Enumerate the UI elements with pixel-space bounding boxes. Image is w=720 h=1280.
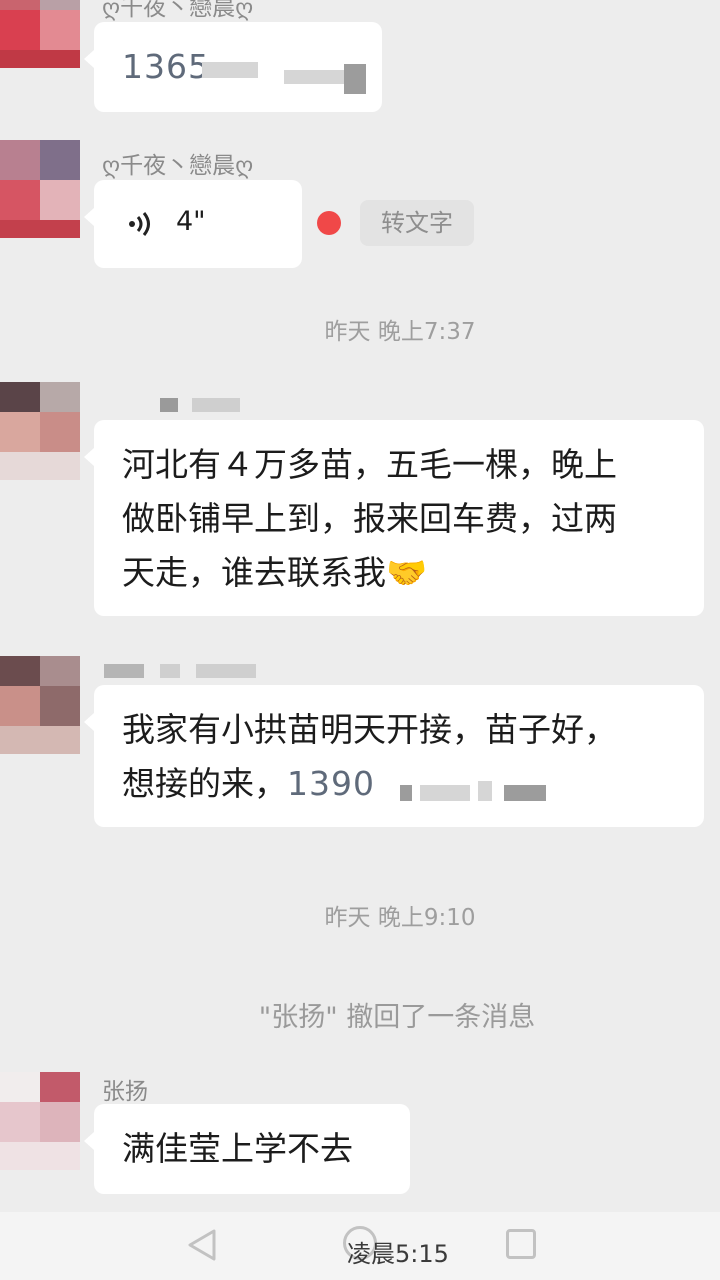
avatar[interactable] (0, 140, 80, 238)
timestamp: 昨天 晚上7:37 (324, 319, 476, 345)
sender-name: 张扬 (102, 1079, 148, 1105)
back-icon[interactable] (186, 1228, 218, 1262)
message-text: 1365 (122, 47, 210, 86)
sender-name-redacted (196, 664, 256, 678)
voice-icon (129, 212, 150, 236)
message-text: 河北有４万多苗，五毛一棵，晚上 做卧铺早上到，报来回车费，过两 天走，谁去联系我… (122, 445, 617, 592)
recalled-notice: "张扬" 撤回了一条消息 (258, 1002, 536, 1033)
voice-message-bubble[interactable]: 4" (84, 180, 302, 268)
message-bubble[interactable]: 1365 (84, 22, 382, 112)
sender-name: ღ千夜丶戀晨ღ (102, 153, 254, 179)
message-bubble[interactable]: 河北有４万多苗，五毛一棵，晚上 做卧铺早上到，报来回车费，过两 天走，谁去联系我… (84, 420, 704, 616)
message-text: 满佳莹上学不去 (122, 1129, 353, 1168)
message-bubble[interactable]: 满佳莹上学不去 (84, 1104, 410, 1194)
avatar[interactable] (0, 656, 80, 754)
screenshot-time: 凌晨5:15 (347, 1240, 449, 1268)
sender-name: ღ千夜丶戀晨ღ (102, 0, 254, 21)
recent-apps-icon[interactable] (506, 1229, 536, 1259)
sender-name-redacted (104, 664, 144, 678)
redaction-mask (202, 62, 258, 78)
navigation-bar: 凌晨5:15 (0, 1212, 720, 1280)
sender-name-redacted (192, 398, 240, 412)
redaction-mask (344, 64, 366, 94)
redaction-mask (400, 785, 412, 801)
avatar[interactable] (0, 382, 80, 480)
voice-duration: 4" (176, 206, 206, 237)
redaction-mask (504, 785, 546, 801)
redaction-mask (420, 785, 470, 801)
sender-name-redacted (160, 664, 180, 678)
timestamp: 昨天 晚上9:10 (324, 905, 476, 931)
chat-history[interactable]: ღ千夜丶戀晨ღ 1365 ღ千夜丶戀晨ღ 4" 转文字 昨天 晚上7:37 河北… (0, 0, 720, 1280)
sender-name-redacted (160, 398, 178, 412)
redaction-mask (478, 781, 492, 801)
unread-dot (317, 211, 341, 235)
convert-to-text-button[interactable]: 转文字 (360, 200, 474, 246)
phone-number[interactable]: 1390 (287, 764, 375, 803)
message-bubble[interactable]: 我家有小拱苗明天开接，苗子好， 想接的来，1390 (84, 685, 704, 827)
avatar[interactable] (0, 0, 80, 68)
avatar[interactable] (0, 1072, 80, 1170)
